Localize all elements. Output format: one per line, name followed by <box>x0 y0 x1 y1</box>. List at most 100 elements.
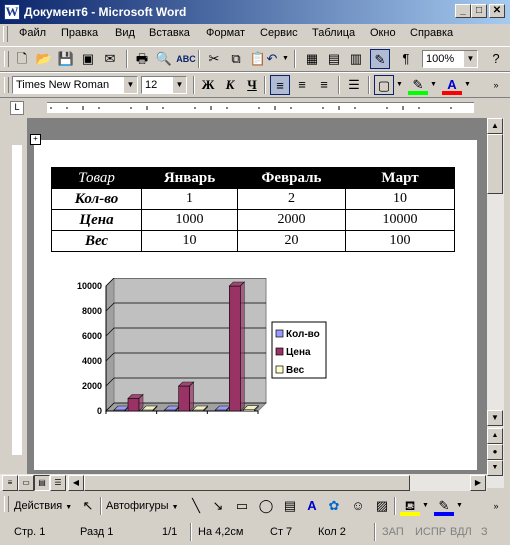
table-cell[interactable]: 1000 <box>141 209 238 231</box>
table-cell[interactable]: 10000 <box>345 209 455 231</box>
chevron-down-icon[interactable]: ▼ <box>463 51 477 67</box>
table-cell[interactable]: 100 <box>345 230 455 252</box>
chevron-down-icon[interactable]: ▼ <box>172 77 186 93</box>
toolbar-grip[interactable] <box>4 51 9 67</box>
clipart-icon[interactable]: ☺ <box>348 496 368 516</box>
toolbar-grip[interactable] <box>4 496 9 512</box>
select-pointer-icon[interactable]: ↖ <box>78 496 98 516</box>
cut-icon[interactable]: ✂ <box>204 49 224 69</box>
previous-page-button[interactable]: ▲ <box>487 428 503 444</box>
status-track-changes[interactable]: ИСПР <box>415 526 446 538</box>
menu-tools[interactable]: Сервис <box>260 27 298 39</box>
chevron-down-icon[interactable]: ▼ <box>123 77 137 93</box>
scroll-left-button[interactable]: ◀ <box>68 475 84 491</box>
copy-icon[interactable]: ⧉ <box>226 49 246 69</box>
autoshapes-menu[interactable]: Автофигуры ▼ <box>106 500 179 512</box>
status-record[interactable]: ЗАП <box>382 526 404 538</box>
insert-table-icon[interactable]: ▦ <box>302 49 322 69</box>
word-app-icon[interactable]: W <box>4 4 20 20</box>
help-icon[interactable]: ? <box>486 49 506 69</box>
diagram-icon[interactable]: ✿ <box>324 496 344 516</box>
menu-edit[interactable]: Правка <box>61 27 98 39</box>
fill-color-icon[interactable]: ⛾ <box>400 496 420 516</box>
highlight-dropdown-icon[interactable]: ▼ <box>430 81 437 88</box>
align-center-icon[interactable]: ≡ <box>292 75 312 95</box>
actions-menu[interactable]: Действия ▼ <box>14 500 72 512</box>
undo-icon[interactable]: ↶ <box>262 49 282 69</box>
oval-icon[interactable]: ◯ <box>256 496 276 516</box>
table-cell[interactable]: 10 <box>345 188 455 210</box>
next-page-button[interactable]: ▼ <box>487 460 503 476</box>
columns-icon[interactable]: ▥ <box>346 49 366 69</box>
header-cell[interactable]: Март <box>345 167 455 189</box>
browse-object-button[interactable]: ● <box>487 444 503 460</box>
align-right-icon[interactable]: ≡ <box>314 75 334 95</box>
fill-color-dropdown-icon[interactable]: ▼ <box>422 502 429 509</box>
borders-icon[interactable]: ▢ <box>374 75 394 95</box>
menu-format[interactable]: Формат <box>206 27 245 39</box>
status-overtype[interactable]: З <box>481 526 488 538</box>
title-bar[interactable]: W Документ6 - Microsoft Word _ □ ✕ <box>0 0 510 24</box>
menu-file[interactable]: Файл <box>19 27 46 39</box>
underline-button[interactable]: Ч <box>242 75 262 95</box>
horizontal-scroll-thumb[interactable] <box>84 475 410 491</box>
data-table[interactable]: Товар Январь Февраль Март Кол-во 1 2 10 … <box>51 167 455 252</box>
line-color-icon[interactable]: ✎ <box>434 496 454 516</box>
font-select[interactable]: Times New Roman ▼ <box>12 76 138 94</box>
table-cell[interactable]: 1 <box>141 188 238 210</box>
new-document-icon[interactable]: 🗋 <box>12 49 32 69</box>
outline-view-button[interactable]: ☰ <box>50 475 66 491</box>
header-cell[interactable]: Товар <box>51 167 142 189</box>
print-icon[interactable]: 🖶 <box>132 49 152 69</box>
scroll-thumb[interactable] <box>487 134 503 194</box>
row-header-cell[interactable]: Цена <box>51 209 142 231</box>
scroll-right-button[interactable]: ▶ <box>470 475 486 491</box>
table-cell[interactable]: 10 <box>141 230 238 252</box>
chart-legend[interactable]: Кол-во Цена Вес <box>271 321 327 379</box>
table-move-handle-icon[interactable]: + <box>30 134 41 145</box>
menu-table[interactable]: Таблица <box>312 27 355 39</box>
wordart-icon[interactable]: A <box>302 496 322 516</box>
table-cell[interactable]: 2 <box>237 188 346 210</box>
minimize-button[interactable]: _ <box>455 4 471 18</box>
header-cell[interactable]: Январь <box>141 167 238 189</box>
maximize-button[interactable]: □ <box>471 4 487 18</box>
close-button[interactable]: ✕ <box>489 4 505 18</box>
zoom-select[interactable]: 100% ▼ <box>422 50 478 68</box>
show-formatting-icon[interactable]: ¶ <box>396 49 416 69</box>
email-icon[interactable]: ✉ <box>100 49 120 69</box>
menu-view[interactable]: Вид <box>115 27 135 39</box>
spelling-icon[interactable]: ABC <box>176 49 196 69</box>
menu-window[interactable]: Окно <box>370 27 396 39</box>
toolbar-options-icon[interactable]: » <box>486 75 506 95</box>
italic-button[interactable]: К <box>220 75 240 95</box>
align-left-icon[interactable]: ≡ <box>270 75 290 95</box>
toolbar-options-icon[interactable]: » <box>486 496 506 516</box>
vertical-scrollbar[interactable]: ▲ ▼ ▲ ● ▼ <box>487 118 504 488</box>
font-size-select[interactable]: 12 ▼ <box>141 76 187 94</box>
undo-dropdown-icon[interactable]: ▼ <box>282 55 289 62</box>
permission-icon[interactable]: ▣ <box>78 49 98 69</box>
menu-help[interactable]: Справка <box>410 27 453 39</box>
highlight-icon[interactable]: ✎ <box>408 75 428 95</box>
text-box-icon[interactable]: ▤ <box>280 496 300 516</box>
print-preview-icon[interactable]: 🔍 <box>154 49 174 69</box>
table-cell[interactable]: 2000 <box>237 209 346 231</box>
insert-picture-icon[interactable]: ▨ <box>372 496 392 516</box>
font-color-dropdown-icon[interactable]: ▼ <box>464 81 471 88</box>
font-color-icon[interactable]: A <box>442 75 462 95</box>
open-folder-icon[interactable]: 📂 <box>34 49 54 69</box>
bold-button[interactable]: Ж <box>198 75 218 95</box>
borders-dropdown-icon[interactable]: ▼ <box>396 81 403 88</box>
normal-view-button[interactable]: ≡ <box>2 475 18 491</box>
web-view-button[interactable]: ▭ <box>18 475 34 491</box>
menu-insert[interactable]: Вставка <box>149 27 190 39</box>
save-icon[interactable]: 💾 <box>56 49 76 69</box>
menu-grip[interactable] <box>3 26 8 42</box>
drawing-toggle-icon[interactable]: ✎ <box>370 49 390 69</box>
line-spacing-icon[interactable]: ☰ <box>344 75 364 95</box>
scroll-down-button[interactable]: ▼ <box>487 410 503 426</box>
print-layout-button[interactable]: ▤ <box>34 475 50 491</box>
line-color-dropdown-icon[interactable]: ▼ <box>456 502 463 509</box>
row-header-cell[interactable]: Кол-во <box>51 188 142 210</box>
